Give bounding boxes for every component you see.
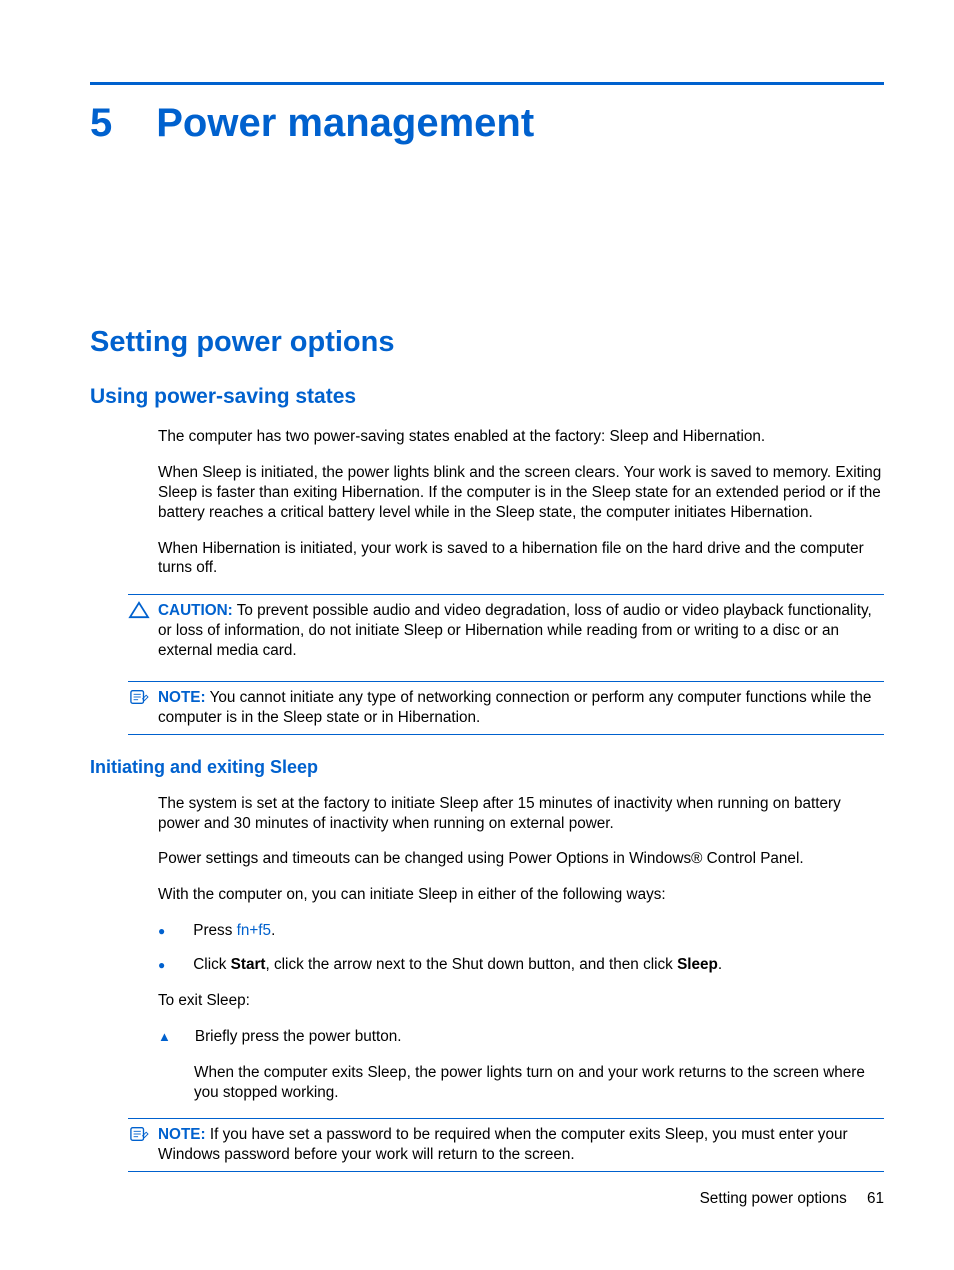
note-label: NOTE: [158,1126,206,1143]
note-label: NOTE: [158,689,206,706]
bold-start: Start [231,956,266,973]
top-rule [90,82,884,85]
section-title: Setting power options [90,326,884,359]
bold-sleep: Sleep [677,956,718,973]
body-para: The computer has two power-saving states… [158,427,884,447]
chapter-title: Power management [156,101,534,146]
bullet-text-post: . [271,922,275,939]
body-para: To exit Sleep: [158,991,884,1011]
caution-text: To prevent possible audio and video degr… [158,602,872,659]
note-icon [128,688,150,706]
list-item: ▲ Briefly press the power button. [158,1027,884,1047]
chapter-number: 5 [90,101,112,146]
body-para: Power settings and timeouts can be chang… [158,849,884,869]
subsection-using-power-saving-states: Using power-saving states [90,385,884,409]
triangle-icon: ▲ [158,1029,171,1046]
bullet-icon: ● [158,958,165,974]
footer-text: Setting power options [700,1190,847,1207]
body-para: The system is set at the factory to init… [158,794,884,834]
list-item: ● Click Start, click the arrow next to t… [158,955,884,975]
caution-callout: CAUTION: To prevent possible audio and v… [128,594,884,667]
keyboard-shortcut-link[interactable]: fn+f5 [237,922,271,939]
page-number: 61 [867,1190,884,1207]
body-para: When Sleep is initiated, the power light… [158,463,884,523]
bullet-icon: ● [158,924,165,940]
bullet-text-pre: Click [193,956,230,973]
note-icon [128,1125,150,1143]
note-callout: NOTE: You cannot initiate any type of ne… [128,681,884,735]
note-callout: NOTE: If you have set a password to be r… [128,1118,884,1172]
bullet-text-pre: Press [193,922,236,939]
caution-label: CAUTION: [158,602,233,619]
note-text: If you have set a password to be require… [158,1126,848,1163]
bullet-text-post: . [718,956,722,973]
caution-icon [128,601,150,619]
bullet-text-mid: , click the arrow next to the Shut down … [266,956,678,973]
subsubsection-initiating-exiting-sleep: Initiating and exiting Sleep [90,757,884,778]
triangle-list: ▲ Briefly press the power button. [158,1027,884,1047]
triangle-text: Briefly press the power button. [195,1027,884,1047]
body-para: When Hibernation is initiated, your work… [158,539,884,579]
page-footer: Setting power options 61 [700,1190,884,1208]
note-text: You cannot initiate any type of networki… [158,689,871,726]
body-para: With the computer on, you can initiate S… [158,885,884,905]
bullet-list: ● Press fn+f5. ● Click Start, click the … [158,921,884,975]
chapter-header: 5 Power management [90,101,884,146]
sub-para: When the computer exits Sleep, the power… [194,1063,884,1103]
list-item: ● Press fn+f5. [158,921,884,941]
